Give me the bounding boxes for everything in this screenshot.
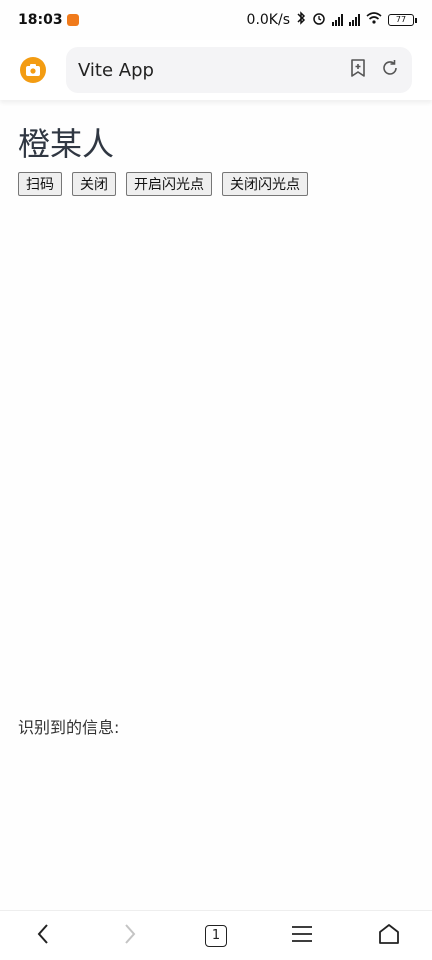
battery-icon: 77 [388,14,417,26]
page-content: 橙某人 扫码 关闭 开启闪光点 关闭闪光点 [18,122,418,196]
tabs-button[interactable]: 1 [196,916,236,956]
address-bar[interactable]: Vite App [66,47,412,93]
bluetooth-icon [296,11,306,29]
page-title: 橙某人 [18,125,115,163]
tabs-icon: 1 [204,924,227,947]
signal-2-icon [349,14,360,26]
back-button[interactable] [23,916,63,956]
menu-icon [291,925,313,947]
signal-1-icon [332,14,343,26]
flash-on-button[interactable]: 开启闪光点 [126,172,212,196]
wifi-icon [366,12,382,28]
screen: 18:03 0.0K/s 77 Vite App 橙某人 扫码 关闭 开启闪光点… [0,0,432,960]
status-right: 0.0K/s 77 [246,11,417,29]
action-buttons: 扫码 关闭 开启闪光点 关闭闪光点 [18,172,418,196]
status-time: 18:03 [18,12,63,28]
network-speed: 0.0K/s [246,12,290,28]
menu-button[interactable] [282,916,322,956]
refresh-icon[interactable] [380,58,400,82]
notification-app-icon [66,14,79,26]
flash-off-button[interactable]: 关闭闪光点 [222,172,308,196]
address-bar-actions [348,58,400,82]
browser-toolbar: Vite App [0,40,432,100]
chevron-left-icon [36,923,50,949]
home-button[interactable] [369,916,409,956]
home-icon [377,923,401,949]
tab-count: 1 [211,927,221,943]
forward-button[interactable] [110,916,150,956]
alarm-icon [312,11,326,29]
scan-result-label: 识别到的信息: [18,718,120,737]
status-bar: 18:03 0.0K/s 77 [0,0,432,40]
bottom-navigation: 1 [0,910,432,960]
site-camera-icon[interactable] [20,57,46,83]
close-button[interactable]: 关闭 [72,172,116,196]
address-bar-text[interactable]: Vite App [78,60,348,81]
bookmark-add-icon[interactable] [348,58,368,82]
status-left: 18:03 [18,12,79,28]
scan-button[interactable]: 扫码 [18,172,62,196]
chevron-right-icon [123,923,137,949]
